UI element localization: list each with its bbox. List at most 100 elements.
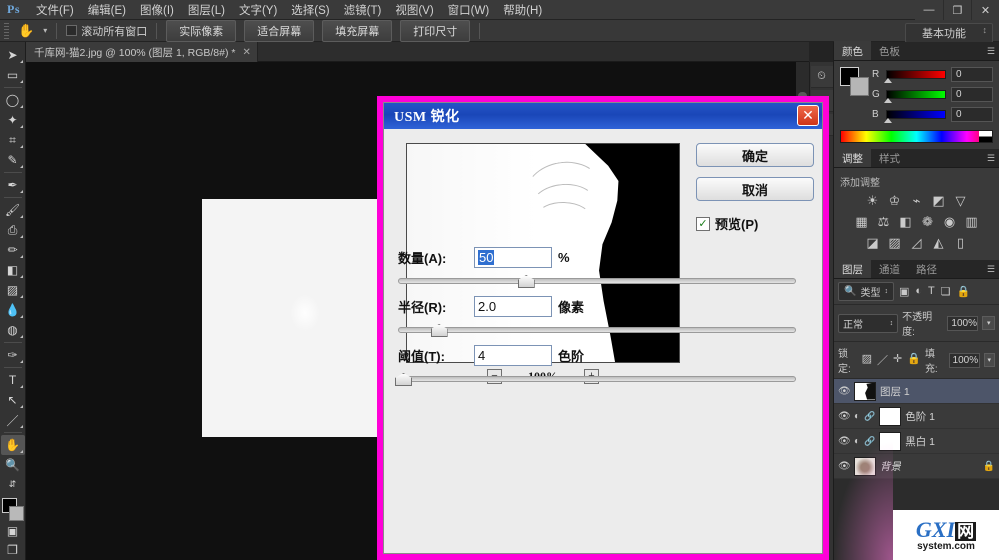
adjustment-preset-icon-2-2[interactable]: ◿ [909, 235, 925, 251]
document-tab-close-icon[interactable]: ✕ [242, 47, 250, 58]
slider-radius[interactable] [398, 324, 796, 337]
color-swatches[interactable] [1, 498, 25, 522]
restore-button[interactable]: ❐ [943, 0, 971, 20]
options-grip-icon[interactable] [4, 22, 9, 39]
channel-value-G[interactable]: 0 [951, 87, 993, 102]
options-button-2[interactable]: 填充屏幕 [322, 19, 393, 42]
eyedropper-tool-icon[interactable]: ✎ [1, 150, 25, 170]
clone-stamp-tool-icon[interactable]: ⎙ [1, 220, 25, 240]
healing-brush-tool-icon[interactable]: ✒ [1, 175, 25, 195]
adjustment-preset-icon-1-5[interactable]: ▥ [964, 214, 980, 230]
layer-mask-thumbnail[interactable] [879, 406, 902, 426]
channel-slider-B[interactable] [884, 110, 946, 123]
color-panel-menu-icon[interactable]: ☰ [987, 46, 995, 57]
channel-value-B[interactable]: 0 [951, 107, 993, 122]
tab-styles[interactable]: 样式 [871, 148, 908, 167]
fill-dropdown-icon[interactable]: ▾ [983, 353, 996, 367]
menu-item-3[interactable]: 图层(L) [181, 0, 232, 20]
layer-filter-icon-1[interactable]: ◐ [915, 285, 922, 298]
layer-filter-icon-4[interactable]: 🔒 [957, 285, 971, 298]
options-button-1[interactable]: 适合屏幕 [244, 19, 315, 42]
adjustment-preset-icon-0-1[interactable]: ♔ [887, 193, 903, 209]
layer-visibility-icon[interactable]: 👁 [838, 461, 851, 472]
lasso-tool-icon[interactable]: ◯ [1, 90, 25, 110]
layer-thumbnail[interactable] [854, 456, 876, 476]
blend-mode-select[interactable]: 正常 ↕ [838, 313, 899, 333]
adjustment-preset-icon-1-4[interactable]: ◉ [942, 214, 958, 230]
input-amount[interactable]: 50 [474, 247, 552, 268]
magic-wand-tool-icon[interactable]: ✦ [1, 110, 25, 130]
dock-history-icon[interactable]: ⏲ [810, 66, 833, 88]
options-button-0[interactable]: 实际像素 [166, 19, 237, 42]
line-tool-icon[interactable]: ／ [1, 410, 25, 430]
tab-paths[interactable]: 路径 [908, 259, 945, 278]
slider-knob-threshold[interactable] [394, 373, 412, 386]
background-color-swatch[interactable] [8, 506, 24, 522]
input-threshold[interactable]: 4 [474, 345, 552, 366]
adjustment-preset-icon-0-2[interactable]: ⌁ [909, 193, 925, 209]
fill-value[interactable]: 100% [948, 352, 980, 368]
close-button[interactable]: ✕ [971, 0, 999, 20]
adjustment-preset-icon-1-0[interactable]: ▦ [854, 214, 870, 230]
scroll-all-windows-checkbox[interactable]: 滚动所有窗口 [66, 23, 147, 39]
layer-row[interactable]: 👁 ◐ 🔗 黑白 1 [834, 429, 999, 454]
marquee-tool-icon[interactable]: ▭ [1, 65, 25, 85]
opacity-dropdown-icon[interactable]: ▾ [982, 316, 995, 330]
ok-button[interactable]: 确定 [696, 143, 814, 167]
menu-item-5[interactable]: 选择(S) [284, 0, 336, 20]
dialog-close-button[interactable]: ✕ [797, 105, 819, 126]
brush-tool-icon[interactable]: 🖌 [1, 200, 25, 220]
layer-filter-icon-0[interactable]: ▣ [899, 285, 909, 298]
layer-mask-thumbnail[interactable] [879, 431, 902, 451]
cancel-button[interactable]: 取消 [696, 177, 814, 201]
channel-value-R[interactable]: 0 [951, 67, 993, 82]
color-spectrum-ramp[interactable] [840, 130, 993, 143]
adjustments-panel-menu-icon[interactable]: ☰ [987, 153, 995, 164]
slider-knob-radius[interactable] [430, 324, 448, 337]
menu-item-2[interactable]: 图像(I) [133, 0, 181, 20]
channel-slider-G[interactable] [884, 90, 946, 103]
channel-knob-icon[interactable] [884, 78, 892, 83]
history-brush-tool-icon[interactable]: ✏ [1, 240, 25, 260]
crop-tool-icon[interactable]: ⌗ [1, 130, 25, 150]
menu-item-4[interactable]: 文字(Y) [232, 0, 284, 20]
adjustment-preset-icon-0-3[interactable]: ◩ [931, 193, 947, 209]
tab-color[interactable]: 颜色 [834, 41, 871, 60]
dialog-title-bar[interactable]: USM 锐化 ✕ [384, 103, 822, 129]
tab-layers[interactable]: 图层 [834, 259, 871, 278]
menu-item-6[interactable]: 滤镜(T) [337, 0, 389, 20]
dodge-tool-icon[interactable]: ◍ [1, 320, 25, 340]
adjustment-preset-icon-2-3[interactable]: ◭ [931, 235, 947, 251]
adjustment-preset-icon-0-0[interactable]: ☀ [865, 193, 881, 209]
gradient-tool-icon[interactable]: ▨ [1, 280, 25, 300]
options-button-3[interactable]: 打印尺寸 [400, 19, 471, 42]
layer-link-icon[interactable]: 🔗 [864, 436, 875, 447]
layer-link-icon[interactable]: 🔗 [864, 411, 875, 422]
slider-knob-amount[interactable] [517, 275, 535, 288]
opacity-value[interactable]: 100% [947, 315, 979, 331]
adjustment-preset-icon-1-3[interactable]: ❁ [920, 214, 936, 230]
minimize-button[interactable]: — [915, 0, 943, 20]
channel-knob-icon[interactable] [884, 118, 892, 123]
type-tool-icon[interactable]: T [1, 370, 25, 390]
blur-tool-icon[interactable]: 💧 [1, 300, 25, 320]
layer-visibility-icon[interactable]: 👁 [838, 386, 851, 397]
adjustment-preset-icon-0-4[interactable]: ▽ [953, 193, 969, 209]
channel-knob-icon[interactable] [884, 98, 892, 103]
layers-panel-menu-icon[interactable]: ☰ [987, 264, 995, 275]
workspace-selector[interactable]: 基本功能 [905, 23, 993, 43]
layer-visibility-icon[interactable]: 👁 [838, 436, 851, 447]
adjustment-preset-icon-2-1[interactable]: ▨ [887, 235, 903, 251]
tab-adjustments[interactable]: 调整 [834, 148, 871, 167]
tab-swatches[interactable]: 色板 [871, 41, 908, 60]
document-tab[interactable]: 千库网-猫2.jpg @ 100% (图层 1, RGB/8#) * ✕ [26, 42, 258, 62]
move-tool-icon[interactable]: ➤ [1, 45, 25, 65]
layer-row[interactable]: 👁 图层 1 [834, 379, 999, 404]
tool-preset-chevron-icon[interactable]: ▾ [43, 26, 47, 35]
hand-tool-icon[interactable]: ✋ [0, 435, 25, 455]
color-panel-background[interactable] [850, 77, 869, 96]
adjustment-preset-icon-1-2[interactable]: ◧ [898, 214, 914, 230]
preview-checkbox[interactable]: ✓ 预览(P) [696, 214, 758, 233]
layer-lock-icon-1[interactable]: ／ [877, 352, 888, 368]
menu-item-8[interactable]: 窗口(W) [441, 0, 497, 20]
